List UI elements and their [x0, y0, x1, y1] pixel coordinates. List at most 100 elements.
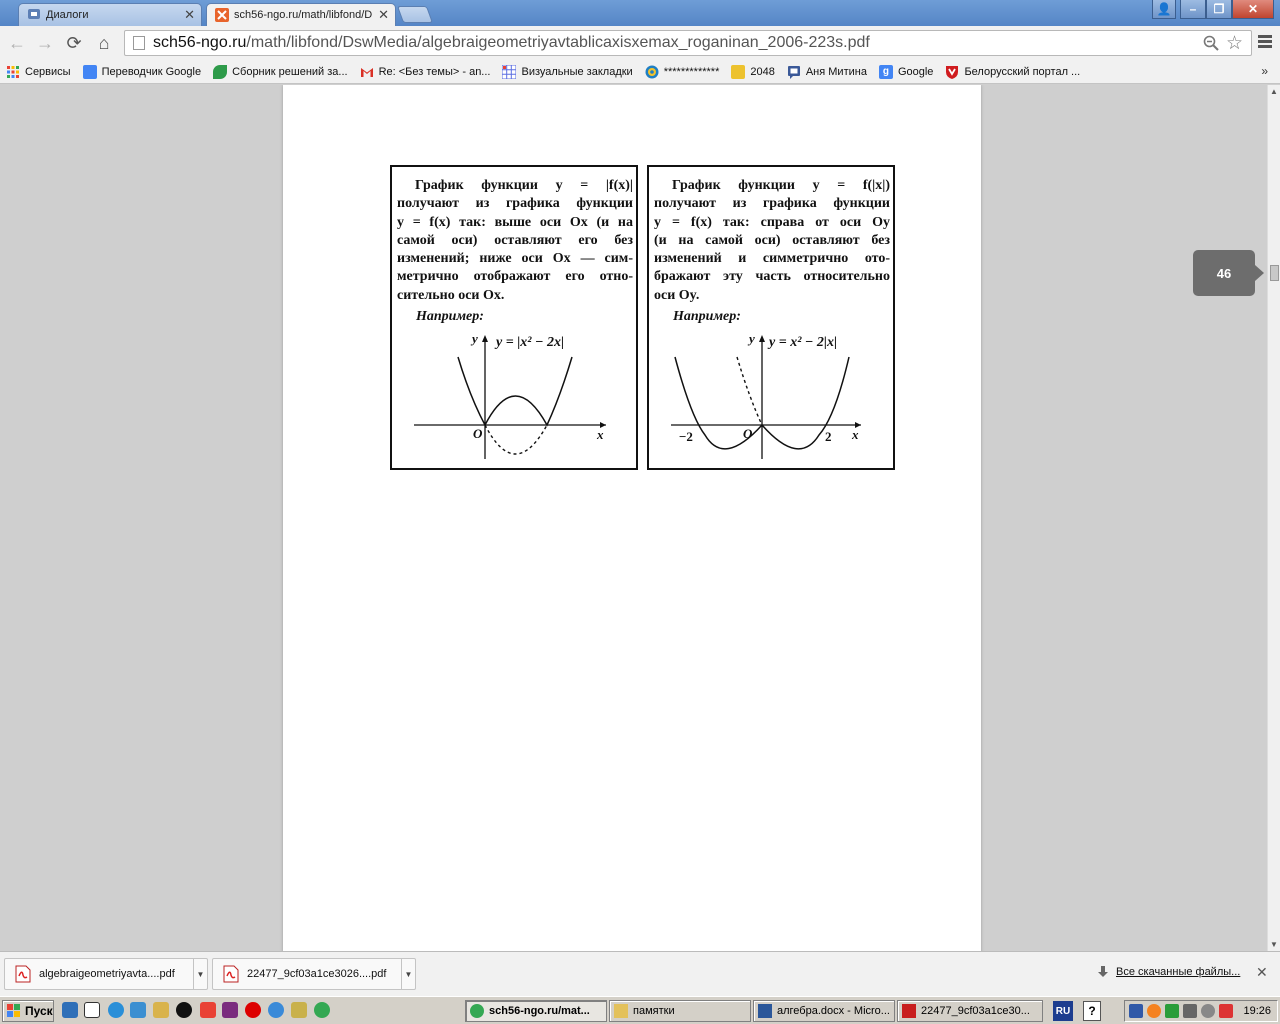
start-button[interactable]: Пуск [2, 1000, 54, 1022]
close-window-button[interactable]: ✕ [1232, 0, 1274, 19]
tab-strip: Диалоги ✕ sch56-ngo.ru/math/libfond/D ✕ … [0, 0, 1280, 26]
bookmark-2048[interactable]: 2048 [731, 64, 775, 79]
taskbar-label: sch56-ngo.ru/mat... [489, 1005, 590, 1017]
taskbar-chrome[interactable]: sch56-ngo.ru/mat... [465, 1000, 607, 1022]
pdf-viewer[interactable]: График функции y = |f(x)| получают из гр… [0, 85, 1268, 951]
taskbar-pdf[interactable]: 22477_9cf03a1ce30... [897, 1000, 1043, 1022]
home-button[interactable]: ⌂ [92, 31, 116, 55]
media-icon[interactable] [176, 1002, 192, 1018]
page-icon [133, 36, 145, 50]
close-icon[interactable]: ✕ [184, 7, 195, 23]
app-icon[interactable] [130, 1002, 146, 1018]
bookmark-services[interactable]: Сервисы [6, 65, 71, 79]
forward-button[interactable]: → [33, 31, 57, 55]
bookmark-solutions[interactable]: Сборник решений за... [213, 64, 348, 79]
site-icon [215, 8, 229, 22]
back-button[interactable]: ← [5, 31, 29, 55]
reload-button[interactable]: ⟳ [62, 31, 86, 55]
bookmark-label: Google [897, 65, 934, 78]
tray-icon[interactable] [1183, 1004, 1197, 1018]
language-indicator[interactable]: RU [1053, 1001, 1073, 1021]
scrollbar-thumb[interactable] [1270, 265, 1279, 281]
menu-icon[interactable] [1258, 35, 1272, 49]
bookmark-gmail[interactable]: Re: <Без темы> - an... [360, 65, 490, 79]
all-downloads-link[interactable]: Все скачанные файлы... [1098, 966, 1240, 978]
desktop-icon[interactable] [62, 1002, 78, 1018]
tool-icon[interactable] [291, 1002, 307, 1018]
taskbar-label: алгебра.docx - Micro... [777, 1005, 890, 1017]
bookmark-star-icon[interactable]: ☆ [1226, 32, 1243, 55]
app-icon[interactable] [200, 1002, 216, 1018]
chrome-icon[interactable] [314, 1002, 330, 1018]
tray-icon[interactable] [1129, 1004, 1143, 1018]
tray-icon[interactable] [1165, 1004, 1179, 1018]
bookmark-belarus[interactable]: Белорусский портал ... [945, 65, 1080, 79]
restore-button[interactable]: ❐ [1206, 0, 1232, 19]
close-icon[interactable]: ✕ [1256, 964, 1268, 981]
left-rule-box: График функции y = |f(x)| получают из гр… [390, 165, 638, 470]
tab-label: sch56-ngo.ru/math/libfond/D [234, 9, 373, 21]
pdf-icon [15, 965, 31, 983]
bookmarks-overflow-button[interactable]: » [1261, 64, 1268, 78]
bookmark-label: Переводчик Google [101, 65, 202, 78]
bookmark-label: Сервисы [25, 65, 71, 78]
chevron-down-icon[interactable]: ▼ [193, 959, 207, 989]
window-icon[interactable] [84, 1002, 100, 1018]
vertical-scrollbar[interactable]: ▲ ▼ [1267, 85, 1280, 951]
bookmark-anya[interactable]: Аня Митина [787, 65, 867, 79]
address-bar[interactable]: sch56-ngo.ru/math/libfond/DswMedia/algeb… [124, 30, 1252, 56]
url-text: sch56-ngo.ru/math/libfond/DswMedia/algeb… [153, 34, 870, 51]
taskbar-word[interactable]: алгебра.docx - Micro... [753, 1000, 895, 1022]
folder-icon[interactable] [153, 1002, 169, 1018]
opera-icon[interactable] [245, 1002, 261, 1018]
apps-icon [6, 65, 20, 79]
y-axis-label: y [472, 331, 478, 346]
grid-icon [501, 64, 517, 79]
ie-icon[interactable] [108, 1002, 124, 1018]
chevron-down-icon[interactable]: ▼ [401, 959, 415, 989]
game-icon [731, 64, 746, 79]
scroll-down-icon[interactable]: ▼ [1270, 940, 1278, 949]
clock[interactable]: 19:26 [1243, 1005, 1271, 1017]
bookmark-visual[interactable]: Визуальные закладки [501, 64, 633, 79]
download-item[interactable]: algebraigeometriyavta....pdf ▼ [4, 958, 208, 990]
bookmark-label: 2048 [750, 65, 775, 78]
bookmark-stars[interactable]: ************* [645, 65, 719, 79]
download-item[interactable]: 22477_9cf03a1ce3026....pdf ▼ [212, 958, 416, 990]
right-rule-box: График функции y = f(|x|) получают из гр… [647, 165, 895, 470]
tray-icon[interactable] [1147, 1004, 1161, 1018]
x-axis-label: x [597, 427, 604, 442]
app-icon[interactable] [268, 1002, 284, 1018]
app-icon[interactable] [222, 1002, 238, 1018]
gmail-icon [360, 65, 374, 79]
all-downloads-label: Все скачанные файлы... [1116, 966, 1241, 978]
origin-label: O [473, 426, 483, 441]
bookmark-label: Аня Митина [805, 65, 867, 78]
user-icon[interactable]: 👤 [1152, 0, 1176, 19]
bookmark-translate[interactable]: Переводчик Google [82, 64, 202, 79]
bookmarks-bar: Сервисы Переводчик Google Сборник решени… [0, 60, 1280, 84]
new-tab-button[interactable] [396, 6, 434, 23]
y-axis-label: y [749, 331, 755, 346]
origin-label: O [743, 426, 753, 441]
bookmark-google[interactable]: g Google [878, 64, 934, 79]
help-button[interactable]: ? [1083, 1001, 1101, 1021]
volume-icon[interactable] [1201, 1004, 1215, 1018]
bookmark-label: Визуальные закладки [521, 65, 633, 78]
download-icon [1098, 966, 1108, 978]
minimize-button[interactable]: – [1180, 0, 1206, 19]
pdf-icon [902, 1004, 916, 1018]
tab-pdf[interactable]: sch56-ngo.ru/math/libfond/D ✕ [206, 3, 396, 26]
pdf-icon [223, 965, 239, 983]
target-icon [645, 65, 659, 79]
scroll-up-icon[interactable]: ▲ [1270, 87, 1278, 96]
zoom-icon[interactable] [1203, 35, 1219, 51]
folder-icon [614, 1004, 628, 1018]
word-icon [758, 1004, 772, 1018]
tray-icon[interactable] [1219, 1004, 1233, 1018]
close-icon[interactable]: ✕ [378, 7, 389, 23]
page-number-indicator: 46 [1193, 250, 1264, 296]
tab-dialogs[interactable]: Диалоги ✕ [18, 3, 202, 26]
taskbar-folder[interactable]: памятки [609, 1000, 751, 1022]
shield-icon [945, 65, 959, 79]
